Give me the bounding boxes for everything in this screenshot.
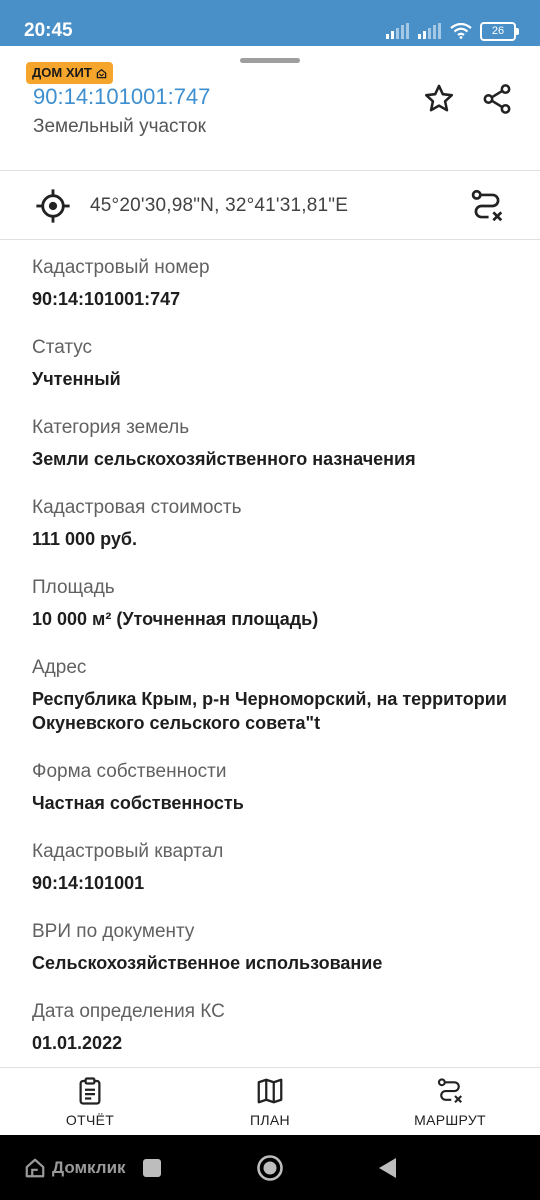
domclick-icon bbox=[25, 1158, 45, 1178]
wifi-icon bbox=[450, 23, 472, 39]
field-permitted-use: ВРИ по документу Сельскохозяйственное ис… bbox=[32, 919, 532, 975]
battery-icon: 26 bbox=[480, 21, 519, 41]
system-nav-bar: Домклик bbox=[0, 1135, 540, 1200]
home-button[interactable] bbox=[255, 1153, 285, 1183]
battery-level: 26 bbox=[491, 24, 505, 37]
status-bar: 20:45 26 bbox=[0, 0, 540, 46]
field-valuation-date: Дата определения КС 01.01.2022 bbox=[32, 999, 532, 1055]
field-cadastral-number: Кадастровый номер 90:14:101001:747 bbox=[32, 255, 532, 311]
back-triangle-icon bbox=[379, 1158, 396, 1178]
clock: 20:45 bbox=[24, 20, 73, 41]
route-label: МАРШРУТ bbox=[414, 1112, 486, 1128]
report-label: ОТЧЁТ bbox=[65, 1112, 115, 1128]
map-icon bbox=[257, 1078, 283, 1104]
field-value: 10 000 м² (Уточненная площадь) bbox=[32, 609, 319, 629]
signal-icon bbox=[418, 23, 441, 39]
route-clear-icon bbox=[471, 189, 503, 222]
dom-hit-badge: ДОМ ХИТ bbox=[26, 62, 113, 84]
object-header: ДОМ ХИТ 90:14:101001:747 Земельный участ… bbox=[0, 46, 540, 170]
plan-label: ПЛАН bbox=[250, 1112, 290, 1128]
field-value: 90:14:101001 bbox=[32, 873, 145, 893]
route-action-button[interactable]: МАРШРУТ bbox=[390, 1076, 510, 1132]
domclick-logo: Домклик bbox=[24, 1157, 126, 1179]
field-label: Адрес bbox=[32, 657, 87, 678]
field-label: Площадь bbox=[32, 577, 115, 598]
field-label: Кадастровая стоимость bbox=[32, 497, 242, 518]
clipboard-icon bbox=[79, 1077, 101, 1105]
object-type: Земельный участок bbox=[33, 116, 206, 137]
field-value: Сельскохозяйственное использование bbox=[32, 953, 383, 973]
field-label: Кадастровый номер bbox=[32, 257, 210, 278]
back-button[interactable] bbox=[372, 1153, 402, 1183]
signal-icon bbox=[386, 23, 409, 39]
field-address: Адрес Республика Крым, р-н Черноморский,… bbox=[32, 655, 532, 735]
field-label: Форма собственности bbox=[32, 761, 227, 782]
coordinates-text[interactable]: 45°20'30,98"N, 32°41'31,81"E bbox=[90, 195, 348, 217]
share-button[interactable] bbox=[478, 80, 516, 118]
bottom-action-bar: ОТЧЁТ ПЛАН МАРШРУТ bbox=[0, 1067, 540, 1136]
crosshair-icon bbox=[36, 189, 70, 223]
route-button[interactable] bbox=[468, 187, 506, 225]
field-value: Республика Крым, р-н Черноморский, на те… bbox=[32, 689, 507, 733]
field-value: Учтенный bbox=[32, 369, 121, 389]
field-label: Категория земель bbox=[32, 417, 190, 438]
field-area: Площадь 10 000 м² (Уточненная площадь) bbox=[32, 575, 532, 631]
status-icons: 26 bbox=[386, 20, 519, 42]
property-details: Кадастровый номер 90:14:101001:747 Стату… bbox=[32, 255, 532, 1079]
circle-icon bbox=[257, 1155, 283, 1181]
badge-label: ДОМ ХИТ bbox=[32, 65, 92, 80]
divider bbox=[0, 239, 540, 240]
report-button[interactable]: ОТЧЁТ bbox=[30, 1076, 150, 1132]
cadastral-number-link[interactable]: 90:14:101001:747 bbox=[33, 84, 210, 110]
recents-button[interactable] bbox=[137, 1153, 167, 1183]
field-status: Статус Учтенный bbox=[32, 335, 532, 391]
home-icon bbox=[96, 68, 107, 78]
field-cadastral-value: Кадастровая стоимость 111 000 руб. bbox=[32, 495, 532, 551]
field-label: Кадастровый квартал bbox=[32, 841, 224, 862]
field-label: Статус bbox=[32, 337, 93, 358]
coordinates-row: 45°20'30,98"N, 32°41'31,81"E bbox=[0, 171, 540, 239]
field-value: 90:14:101001:747 bbox=[32, 289, 181, 309]
field-land-category: Категория земель Земли сельскохозяйствен… bbox=[32, 415, 532, 471]
share-icon bbox=[483, 84, 511, 114]
locate-button[interactable] bbox=[34, 187, 72, 225]
domclick-label: Домклик bbox=[52, 1158, 126, 1177]
star-icon bbox=[424, 84, 454, 112]
favorite-button[interactable] bbox=[420, 80, 458, 118]
field-value: Частная собственность bbox=[32, 793, 244, 813]
plan-button[interactable]: ПЛАН bbox=[210, 1076, 330, 1132]
drag-handle[interactable] bbox=[240, 58, 300, 63]
field-value: 01.01.2022 bbox=[32, 1033, 123, 1053]
square-icon bbox=[143, 1159, 161, 1177]
route-clear-icon bbox=[437, 1078, 463, 1104]
field-label: ВРИ по документу bbox=[32, 921, 195, 942]
field-value: Земли сельскохозяйственного назначения bbox=[32, 449, 416, 469]
field-value: 111 000 руб. bbox=[32, 529, 137, 549]
field-cadastral-quarter: Кадастровый квартал 90:14:101001 bbox=[32, 839, 532, 895]
field-label: Дата определения КС bbox=[32, 1001, 225, 1022]
field-ownership: Форма собственности Частная собственност… bbox=[32, 759, 532, 815]
